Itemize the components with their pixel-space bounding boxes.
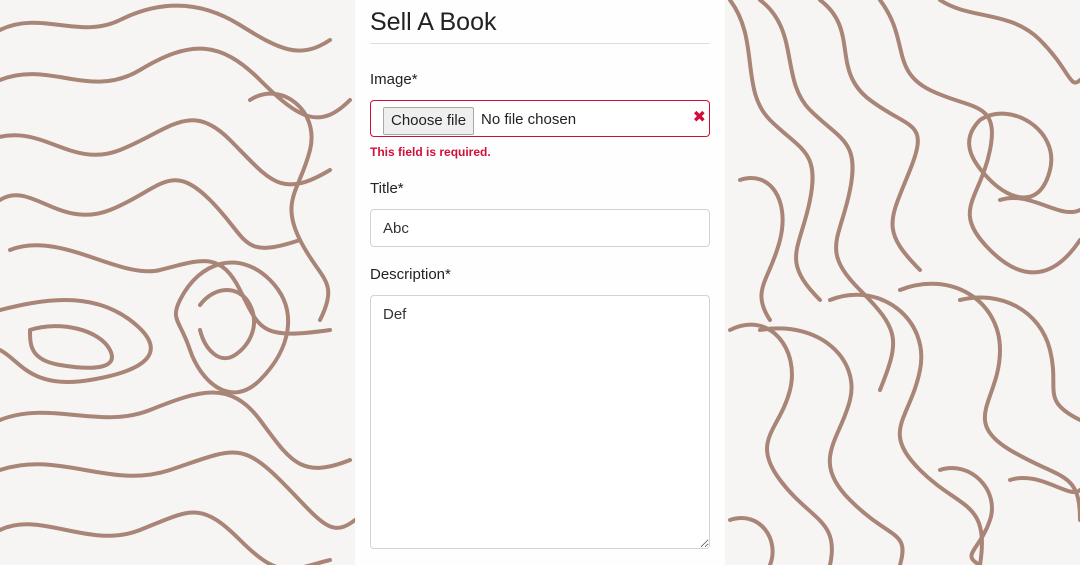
file-status-text: No file chosen (481, 111, 577, 128)
title-divider (370, 43, 710, 44)
title-label: Title* (370, 180, 404, 197)
image-file-input[interactable]: Choose file No file chosen ✖ (370, 100, 710, 137)
image-error-message: This field is required. (370, 145, 491, 159)
choose-file-button[interactable]: Choose file (383, 107, 475, 135)
description-textarea[interactable]: Def (370, 295, 710, 549)
description-label: Description* (370, 266, 451, 283)
page-title: Sell A Book (370, 8, 497, 36)
close-icon[interactable]: ✖ (693, 109, 706, 127)
image-label: Image* (370, 71, 418, 88)
title-input[interactable] (370, 209, 710, 247)
